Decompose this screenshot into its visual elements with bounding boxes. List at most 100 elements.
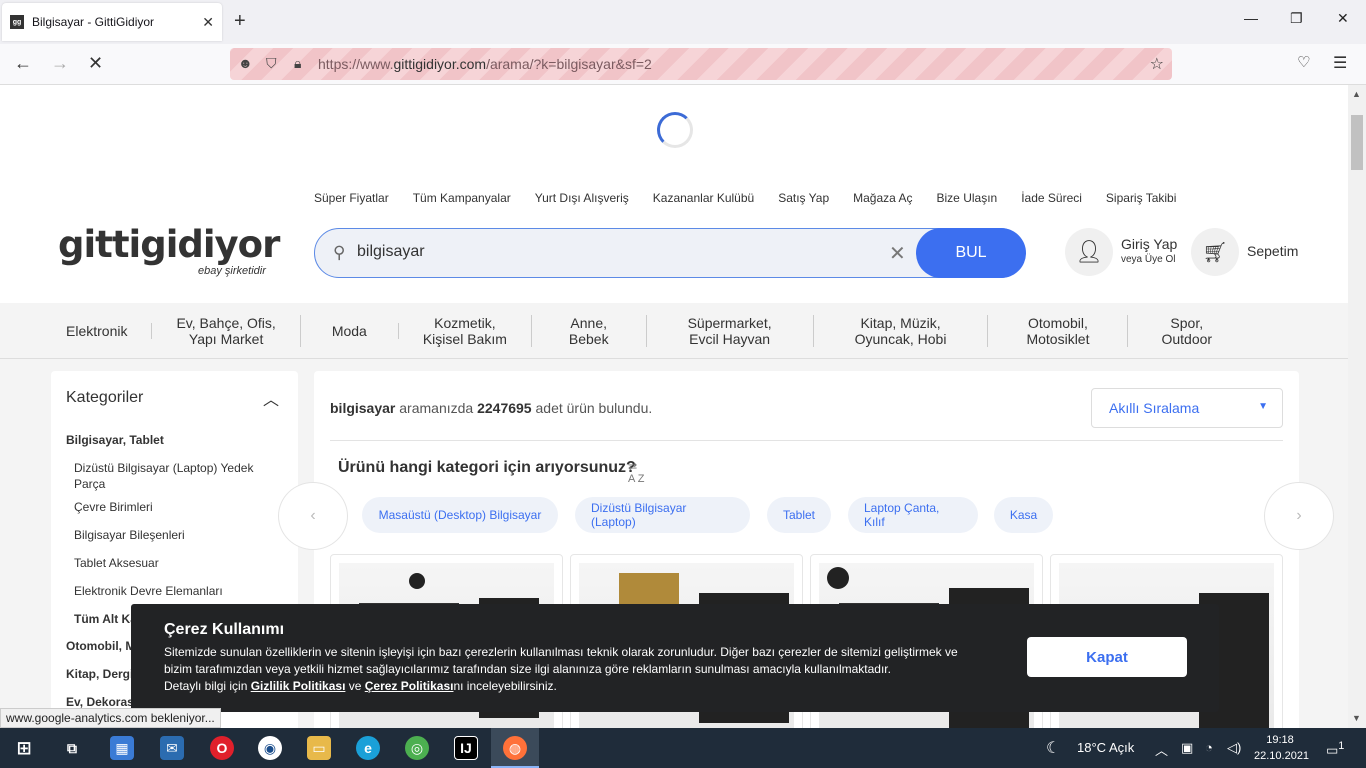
- tray-chevron-icon[interactable]: ︿: [1155, 740, 1168, 759]
- carousel-next-icon[interactable]: ›: [1264, 482, 1334, 550]
- tab-close-icon[interactable]: ✕: [202, 14, 214, 31]
- top-link[interactable]: Yurt Dışı Alışveriş: [535, 191, 629, 205]
- category-chip[interactable]: Dizüstü Bilgisayar (Laptop): [575, 497, 750, 533]
- close-cookie-button[interactable]: Kapat: [1027, 637, 1187, 677]
- chevron-up-icon[interactable]: ︿: [263, 386, 279, 410]
- result-query: bilgisayar: [330, 400, 396, 416]
- back-icon[interactable]: ←: [14, 53, 32, 74]
- sidebar-item[interactable]: Dizüstü Bilgisayar (Laptop) Yedek Parça: [74, 460, 274, 492]
- carousel-prev-icon[interactable]: ‹: [278, 482, 348, 550]
- top-link[interactable]: Satış Yap: [778, 191, 829, 205]
- url-path: /arama/?k=bilgisayar&sf=2: [486, 56, 652, 72]
- window-close-icon[interactable]: ✕: [1337, 10, 1349, 27]
- wifi-icon[interactable]: ◔: [1205, 740, 1213, 755]
- clear-search-icon[interactable]: ✕: [889, 241, 906, 266]
- app-icon[interactable]: ◉: [258, 736, 282, 760]
- sidebar-item[interactable]: Elektronik Devre Elemanları: [74, 583, 274, 599]
- shield-icon[interactable]: ⛉: [266, 55, 277, 72]
- intellij-icon[interactable]: IJ: [454, 736, 478, 760]
- menu-icon[interactable]: ☰: [1333, 53, 1347, 73]
- clock-date: 22.10.2021: [1254, 750, 1310, 762]
- browser-tabbar: gg Bilgisayar - GittiGidiyor ✕ + — ❐ ✕: [0, 0, 1366, 44]
- top-link[interactable]: Kazananlar Kulübü: [653, 191, 754, 205]
- cookie-detail-pre: Detaylı bilgi için: [164, 679, 251, 693]
- sort-dropdown[interactable]: Akıllı Sıralama ▼: [1091, 388, 1283, 428]
- opera-icon[interactable]: O: [210, 736, 234, 760]
- cart-icon[interactable]: 🛒︎: [1191, 228, 1239, 276]
- top-link[interactable]: Süper Fiyatlar: [314, 191, 389, 205]
- cookie-policy-link[interactable]: Çerez Politikası: [365, 679, 454, 693]
- top-link[interactable]: Mağaza Aç: [853, 191, 912, 205]
- category-item[interactable]: Süpermarket, Evcil Hayvan: [647, 314, 814, 347]
- result-suffix: adet ürün bulundu.: [531, 400, 653, 416]
- login-link[interactable]: Giriş Yap: [1121, 236, 1177, 252]
- loading-spinner-icon: [657, 112, 693, 148]
- cart-label[interactable]: Sepetim: [1247, 243, 1298, 259]
- category-chip[interactable]: Kasa: [994, 497, 1053, 533]
- site-favicon-icon: gg: [10, 15, 24, 29]
- lock-icon[interactable]: 🔒︎: [294, 55, 301, 72]
- weather-moon-icon[interactable]: ☾: [1046, 738, 1060, 758]
- weather-text[interactable]: 18°C Açık: [1077, 740, 1134, 755]
- network-status-icon[interactable]: ▣: [1181, 740, 1193, 756]
- register-link[interactable]: veya Üye Ol: [1121, 254, 1175, 265]
- windows-start-icon[interactable]: ⊞: [12, 736, 36, 760]
- category-item[interactable]: Kitap, Müzik, Oyuncak, Hobi: [814, 314, 989, 347]
- forward-icon[interactable]: →: [51, 53, 69, 74]
- site-header: Süper Fiyatlar Tüm Kampanyalar Yurt Dışı…: [0, 85, 1348, 303]
- pocket-icon[interactable]: ♡: [1297, 53, 1310, 71]
- cookie-banner: Çerez Kullanımı Sitemizde sunulan özelli…: [131, 604, 1219, 712]
- windows-taskbar: ⊞ ⧉ ▦ ✉ O ◉ ▭ e ◎ IJ ◍ ☾ 18°C Açık ︿ ▣ ◔…: [0, 728, 1366, 768]
- browser-navbar: ← → ✕ ☻ ⛉ 🔒︎ https://www. gittigidiyor.co…: [0, 44, 1366, 85]
- notification-icon[interactable]: ▭1: [1326, 740, 1344, 758]
- top-link[interactable]: İade Süreci: [1021, 191, 1082, 205]
- top-link[interactable]: Sipariş Takibi: [1106, 191, 1176, 205]
- top-link[interactable]: Bize Ulaşın: [937, 191, 998, 205]
- store-icon[interactable]: ▦: [110, 736, 134, 760]
- top-link[interactable]: Tüm Kampanyalar: [413, 191, 511, 205]
- category-item[interactable]: Spor, Outdoor: [1128, 315, 1245, 347]
- category-item[interactable]: Ev, Bahçe, Ofis, Yapı Market: [152, 314, 301, 347]
- mail-icon[interactable]: ✉: [160, 736, 184, 760]
- volume-icon[interactable]: ◁): [1227, 740, 1241, 756]
- category-item[interactable]: Anne, Bebek: [532, 314, 647, 347]
- bookmark-star-icon[interactable]: ☆: [1150, 54, 1164, 74]
- clock[interactable]: 19:18 22.10.2021: [1254, 732, 1310, 764]
- edge-icon[interactable]: e: [356, 736, 380, 760]
- browser-tab[interactable]: gg Bilgisayar - GittiGidiyor ✕: [2, 3, 222, 41]
- search-button[interactable]: BUL: [916, 228, 1026, 278]
- search-input[interactable]: [357, 243, 857, 261]
- url-bar[interactable]: ☻ ⛉ 🔒︎ https://www. gittigidiyor.com/aram…: [230, 48, 1172, 80]
- sidebar-section[interactable]: Bilgisayar, Tablet: [66, 433, 164, 447]
- tracking-icon[interactable]: ☻: [238, 55, 253, 71]
- sort-az-icon[interactable]: ⇄ A Z: [628, 460, 645, 485]
- site-logo[interactable]: gittigidiyor: [58, 223, 280, 266]
- chrome-icon[interactable]: ◎: [405, 736, 429, 760]
- user-icon[interactable]: 👤︎: [1065, 228, 1113, 276]
- sidebar-item[interactable]: Çevre Birimleri: [74, 499, 274, 515]
- category-item[interactable]: Elektronik: [42, 322, 153, 339]
- firefox-icon[interactable]: ◍: [503, 736, 527, 760]
- new-tab-icon[interactable]: +: [234, 10, 246, 33]
- category-chip[interactable]: Tablet: [767, 497, 831, 533]
- scroll-down-icon[interactable]: ▼: [1352, 713, 1361, 723]
- file-explorer-icon[interactable]: ▭: [307, 736, 331, 760]
- minimize-icon[interactable]: —: [1244, 10, 1258, 26]
- category-item[interactable]: Kozmetik, Kişisel Bakım: [399, 314, 532, 347]
- sidebar-item[interactable]: Bilgisayar Bileşenleri: [74, 527, 274, 543]
- cookie-detail-mid: ve: [345, 679, 365, 693]
- category-chip[interactable]: Laptop Çanta, Kılıf: [848, 497, 978, 533]
- sidebar-item[interactable]: Tablet Aksesuar: [74, 555, 274, 571]
- scroll-up-icon[interactable]: ▲: [1352, 89, 1361, 99]
- category-item[interactable]: Moda: [301, 322, 399, 339]
- scroll-thumb[interactable]: [1351, 115, 1363, 170]
- page-scrollbar[interactable]: ▲ ▼: [1348, 85, 1366, 728]
- category-item[interactable]: Otomobil, Motosiklet: [988, 314, 1129, 347]
- privacy-policy-link[interactable]: Gizlilik Politikası: [251, 679, 346, 693]
- result-count: 2247695: [477, 400, 532, 416]
- restore-icon[interactable]: ❐: [1290, 10, 1303, 27]
- stop-loading-icon[interactable]: ✕: [88, 53, 103, 74]
- task-view-icon[interactable]: ⧉: [60, 736, 84, 760]
- sidebar-section[interactable]: Kitap, Dergi: [66, 667, 133, 681]
- category-chip[interactable]: Masaüstü (Desktop) Bilgisayar: [362, 497, 558, 533]
